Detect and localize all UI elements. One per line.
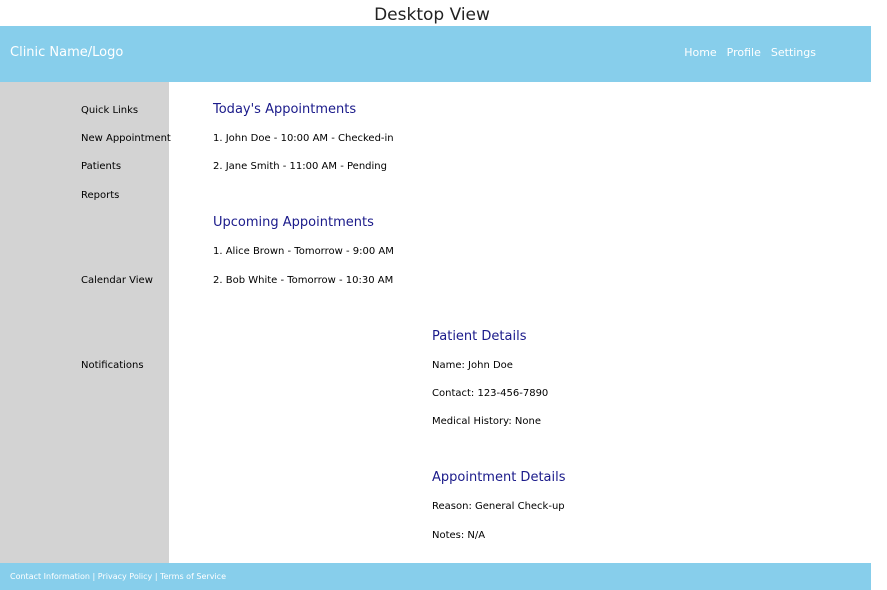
footer-privacy-link[interactable]: Privacy Policy	[98, 572, 153, 581]
footer-separator: |	[89, 572, 98, 581]
todays-appointment-item: 1. John Doe - 10:00 AM - Checked-in	[213, 133, 394, 144]
sidebar-item-notifications[interactable]: Notifications	[81, 359, 144, 372]
sidebar-item-new-appointment[interactable]: New Appointment	[81, 132, 171, 145]
top-nav: Home Profile Settings	[684, 46, 816, 60]
page-title: Desktop View	[374, 5, 490, 25]
footer-contact-link[interactable]: Contact Information	[10, 572, 90, 581]
sidebar-item-reports[interactable]: Reports	[81, 189, 119, 202]
patient-contact: Contact: 123-456-7890	[432, 388, 549, 399]
patient-details-title: Patient Details	[432, 329, 527, 344]
header-bar: Clinic Name/Logo Home Profile Settings	[0, 26, 871, 82]
sidebar	[0, 82, 169, 563]
nav-home-link[interactable]: Home	[684, 46, 716, 60]
patient-name: Name: John Doe	[432, 360, 513, 371]
upcoming-appointments-title: Upcoming Appointments	[213, 215, 374, 230]
appointment-notes: Notes: N/A	[432, 530, 486, 541]
footer-separator: |	[152, 572, 161, 581]
nav-profile-link[interactable]: Profile	[727, 46, 761, 60]
sidebar-item-calendar-view[interactable]: Calendar View	[81, 274, 153, 287]
sidebar-item-patients[interactable]: Patients	[81, 160, 121, 173]
patient-medical-history: Medical History: None	[432, 416, 541, 427]
footer-terms-link[interactable]: Terms of Service	[160, 572, 226, 581]
todays-appointment-item: 2. Jane Smith - 11:00 AM - Pending	[213, 161, 387, 172]
nav-settings-link[interactable]: Settings	[771, 46, 816, 60]
appointment-details-title: Appointment Details	[432, 470, 566, 485]
upcoming-appointment-item: 2. Bob White - Tomorrow - 10:30 AM	[213, 275, 394, 286]
todays-appointments-title: Today's Appointments	[213, 102, 357, 117]
sidebar-item-quick-links[interactable]: Quick Links	[81, 104, 138, 117]
appointment-reason: Reason: General Check-up	[432, 501, 565, 512]
footer-links: Contact Information | Privacy Policy | T…	[10, 572, 226, 582]
clinic-logo[interactable]: Clinic Name/Logo	[10, 45, 123, 61]
footer-bar: Contact Information | Privacy Policy | T…	[0, 563, 871, 590]
upcoming-appointment-item: 1. Alice Brown - Tomorrow - 9:00 AM	[213, 246, 394, 257]
